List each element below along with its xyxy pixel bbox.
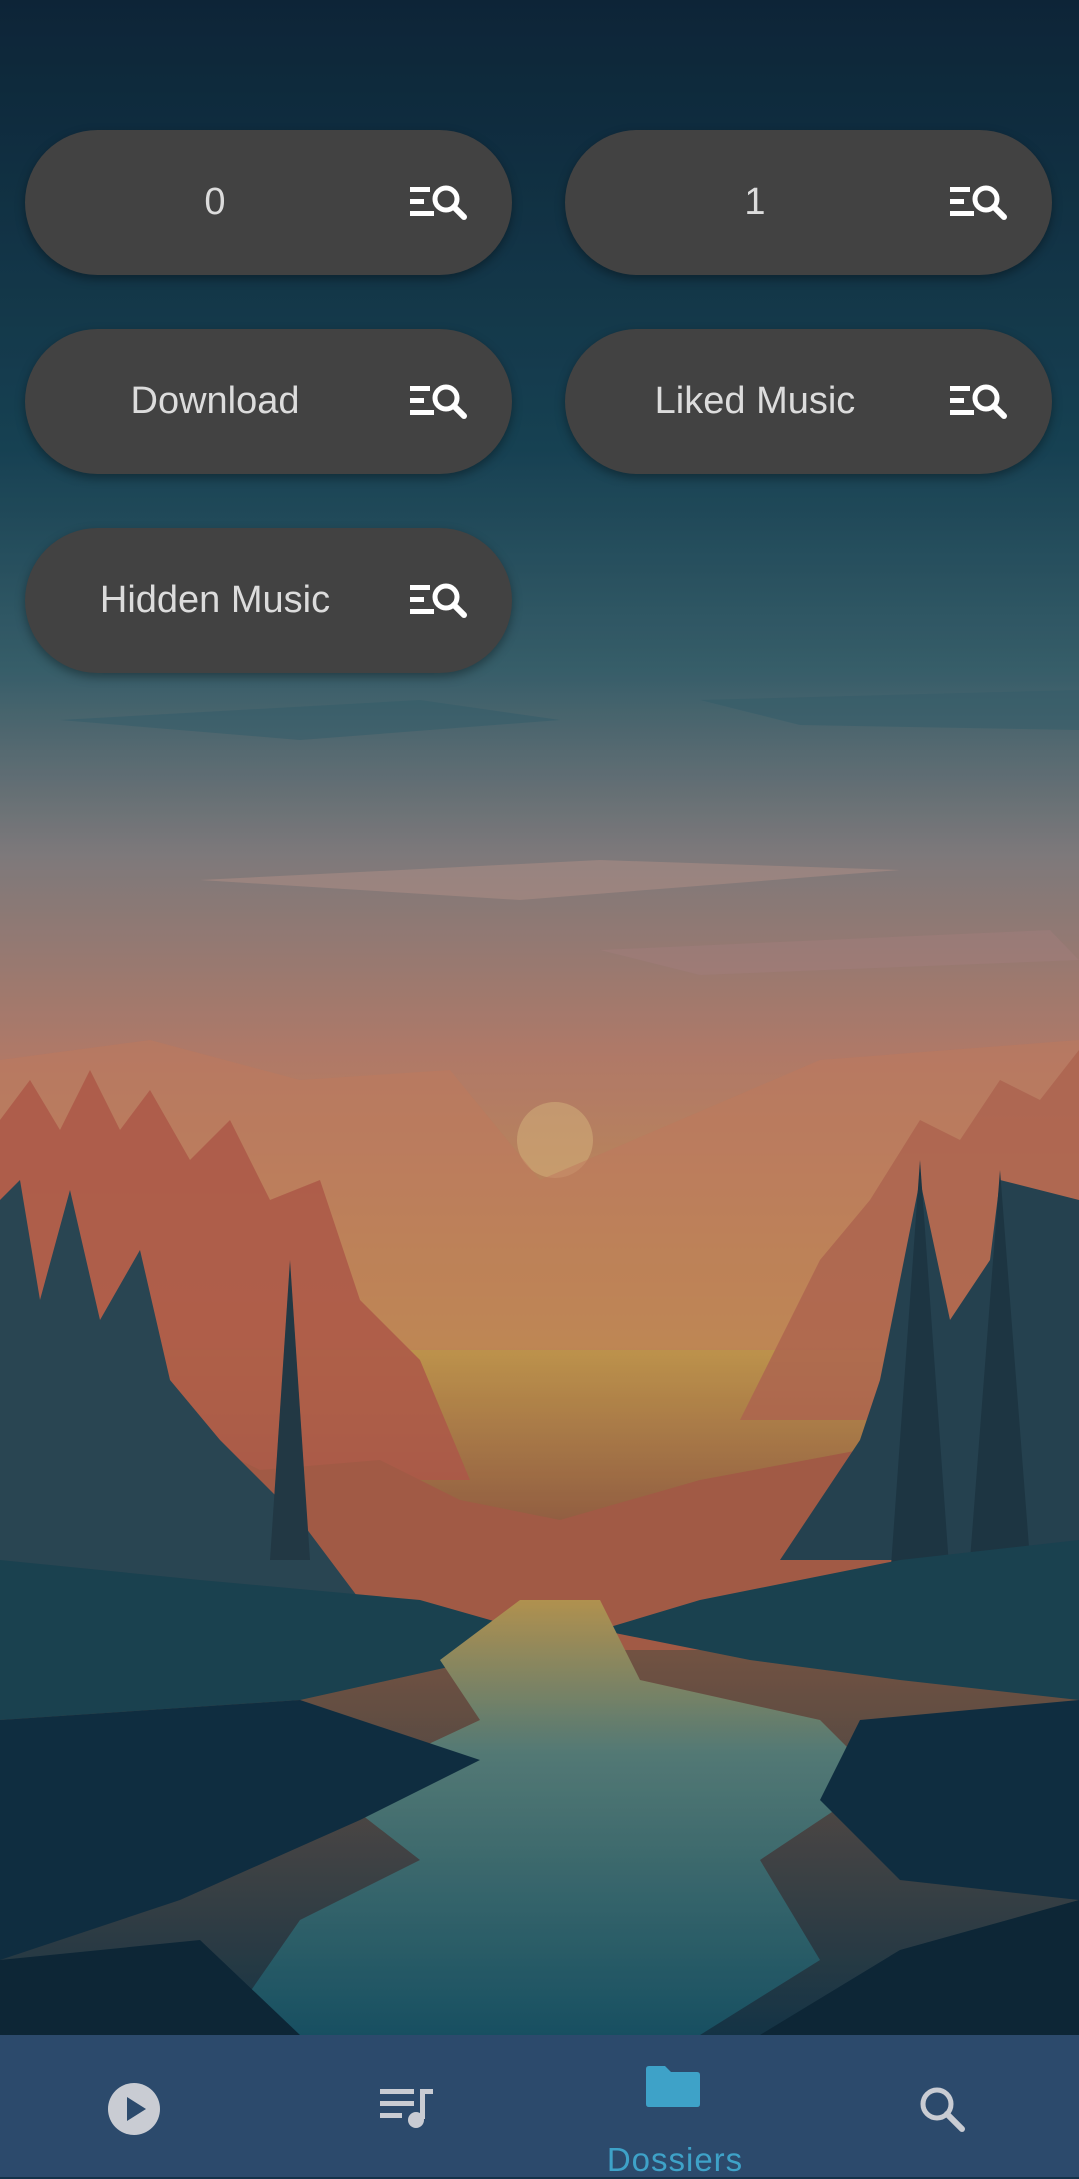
nav-item-player[interactable] [0, 2035, 270, 2177]
folder-button-1[interactable]: 1 [565, 130, 1052, 275]
nav-item-search[interactable] [810, 2035, 1079, 2177]
nav-item-playlists[interactable] [270, 2035, 540, 2177]
bottom-navigation: Dossiers [0, 2035, 1079, 2178]
folder-label: Download [130, 380, 300, 422]
queue-music-icon [380, 2089, 433, 2128]
folder-label: 0 [204, 181, 226, 223]
playlist-search-icon [950, 384, 1007, 419]
folder-button-0[interactable]: 0 [25, 130, 512, 275]
play-circle-icon [108, 2083, 160, 2135]
nav-label-dossiers: Dossiers [606, 2141, 744, 2178]
nav-item-folders[interactable]: Dossiers [540, 2035, 810, 2178]
folder-button-hidden-music[interactable]: Hidden Music [25, 528, 512, 673]
playlist-search-icon [410, 583, 467, 618]
folder-label: Hidden Music [99, 579, 331, 621]
playlist-search-icon [950, 185, 1007, 220]
folder-button-liked-music[interactable]: Liked Music [565, 329, 1052, 474]
playlist-search-icon [410, 185, 467, 220]
folder-label: Liked Music [654, 380, 856, 422]
folder-icon [646, 2066, 700, 2107]
search-icon [920, 2087, 965, 2132]
folder-label: 1 [744, 181, 766, 223]
background-wallpaper [0, 0, 1079, 2035]
playlist-search-icon [410, 384, 467, 419]
folder-button-download[interactable]: Download [25, 329, 512, 474]
